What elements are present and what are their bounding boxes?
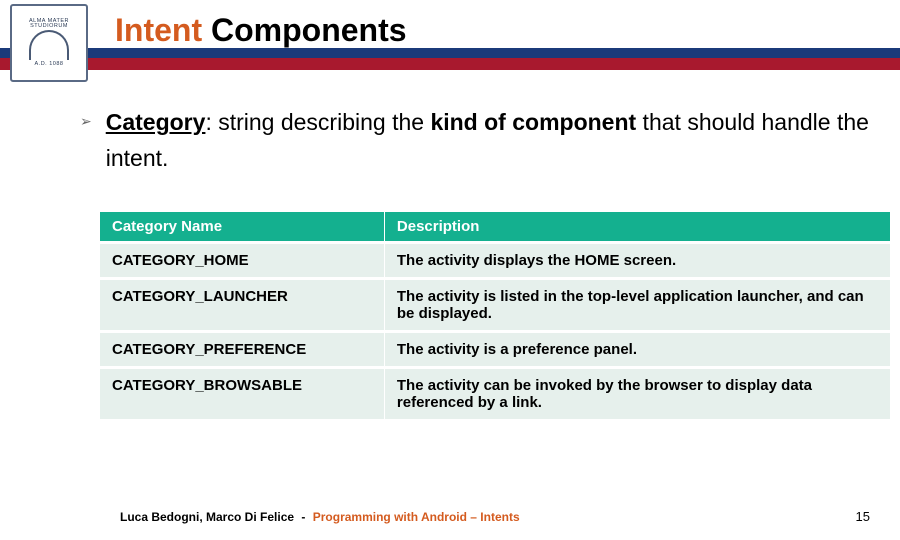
slide-title: Intent Components [115, 12, 407, 49]
kind-label: kind of component [430, 109, 636, 135]
cell-desc: The activity displays the HOME screen. [384, 243, 890, 279]
footer-course: Programming with Android – Intents [313, 510, 520, 524]
footer-dash: - [301, 510, 305, 524]
chevron-icon: ➢ [80, 113, 92, 130]
table-header-row: Category Name Description [100, 212, 890, 243]
bullet-row: ➢ Category: string describing the kind o… [80, 105, 870, 176]
table-row: CATEGORY_LAUNCHER The activity is listed… [100, 279, 890, 332]
logo-arch-icon [29, 30, 69, 60]
logo-caption-bottom: A.D. 1088 [35, 62, 64, 68]
table-header-name: Category Name [100, 212, 384, 243]
table-row: CATEGORY_BROWSABLE The activity can be i… [100, 368, 890, 420]
footer-authors: Luca Bedogni, Marco Di Felice [120, 510, 294, 524]
bullet-text: Category: string describing the kind of … [106, 105, 870, 176]
table-header-desc: Description [384, 212, 890, 243]
table-row: CATEGORY_PREFERENCE The activity is a pr… [100, 332, 890, 368]
category-label: Category [106, 109, 206, 135]
footer-left: Luca Bedogni, Marco Di Felice - Programm… [120, 510, 520, 524]
cell-desc: The activity can be invoked by the brows… [384, 368, 890, 420]
cell-name: CATEGORY_BROWSABLE [100, 368, 384, 420]
category-table: Category Name Description CATEGORY_HOME … [100, 212, 890, 419]
cell-desc: The activity is listed in the top-level … [384, 279, 890, 332]
cell-name: CATEGORY_HOME [100, 243, 384, 279]
title-rest: Components [202, 12, 406, 48]
cell-name: CATEGORY_PREFERENCE [100, 332, 384, 368]
table-row: CATEGORY_HOME The activity displays the … [100, 243, 890, 279]
logo-caption-top: ALMA MATER STUDIORUM [12, 19, 86, 30]
page-number: 15 [856, 509, 870, 524]
title-accent: Intent [115, 12, 202, 48]
slide-body: ➢ Category: string describing the kind o… [80, 105, 870, 419]
bullet-sep: : string describing the [205, 109, 430, 135]
cell-name: CATEGORY_LAUNCHER [100, 279, 384, 332]
cell-desc: The activity is a preference panel. [384, 332, 890, 368]
header-band-red [0, 58, 900, 70]
university-logo: ALMA MATER STUDIORUM A.D. 1088 [10, 4, 88, 82]
slide-footer: Luca Bedogni, Marco Di Felice - Programm… [120, 509, 870, 524]
